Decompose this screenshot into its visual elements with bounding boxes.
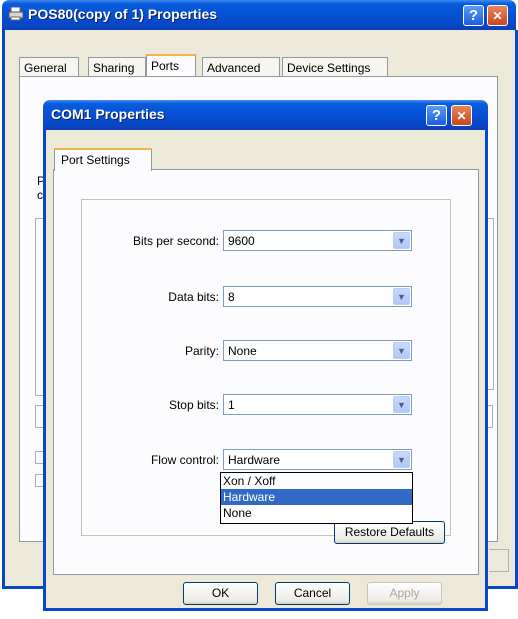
stop-bits-select[interactable]: 1 ▼ [223, 394, 412, 415]
flow-control-option[interactable]: None [221, 505, 412, 521]
printer-properties-title: POS80(copy of 1) Properties [28, 6, 218, 22]
flow-control-value: Hardware [228, 453, 281, 467]
flow-control-dropdown-list: Xon / Xoff Hardware None [220, 472, 413, 524]
ok-button[interactable]: OK [183, 582, 258, 605]
flow-control-option-selected[interactable]: Hardware [221, 489, 412, 505]
bits-per-second-select[interactable]: 9600 ▼ [223, 230, 412, 251]
printer-help-button[interactable]: ? [463, 5, 484, 26]
printer-icon [8, 6, 24, 21]
com1-properties-titlebar[interactable]: COM1 Properties ? ✕ [43, 100, 488, 130]
chevron-down-icon[interactable]: ▼ [393, 451, 410, 468]
cancel-button[interactable]: Cancel [275, 582, 350, 605]
stop-bits-value: 1 [228, 398, 235, 412]
tab-device-settings[interactable]: Device Settings [282, 57, 388, 77]
com1-help-button[interactable]: ? [426, 105, 447, 126]
tab-advanced[interactable]: Advanced [202, 57, 280, 77]
back-window-button-edge[interactable] [489, 549, 509, 572]
data-bits-select[interactable]: 8 ▼ [223, 286, 412, 307]
printer-close-button[interactable]: ✕ [487, 5, 508, 26]
com1-properties-title: COM1 Properties [51, 106, 165, 122]
tab-sharing[interactable]: Sharing [88, 57, 146, 77]
bits-per-second-label: Bits per second: [132, 234, 219, 248]
parity-value: None [228, 344, 257, 358]
flow-control-option[interactable]: Xon / Xoff [221, 473, 412, 489]
com1-close-button[interactable]: ✕ [451, 105, 472, 126]
parity-label: Parity: [184, 344, 219, 358]
flow-control-select[interactable]: Hardware ▼ [223, 449, 412, 470]
chevron-down-icon[interactable]: ▼ [393, 232, 410, 249]
stop-bits-label: Stop bits: [168, 398, 219, 412]
chevron-down-icon[interactable]: ▼ [393, 288, 410, 305]
chevron-down-icon[interactable]: ▼ [393, 342, 410, 359]
tab-port-settings[interactable]: Port Settings [54, 148, 152, 171]
bits-per-second-value: 9600 [228, 234, 255, 248]
tab-general[interactable]: General [19, 57, 79, 77]
restore-defaults-button[interactable]: Restore Defaults [334, 521, 445, 544]
printer-properties-titlebar[interactable]: POS80(copy of 1) Properties ? ✕ [2, 0, 516, 30]
data-bits-value: 8 [228, 290, 235, 304]
com1-properties-dialog: COM1 Properties ? ✕ Port Settings Bits p… [43, 100, 488, 611]
apply-button[interactable]: Apply [367, 582, 442, 605]
flow-control-label: Flow control: [150, 453, 219, 467]
parity-select[interactable]: None ▼ [223, 340, 412, 361]
chevron-down-icon[interactable]: ▼ [393, 396, 410, 413]
data-bits-label: Data bits: [168, 290, 219, 304]
tab-ports[interactable]: Ports [146, 54, 196, 77]
